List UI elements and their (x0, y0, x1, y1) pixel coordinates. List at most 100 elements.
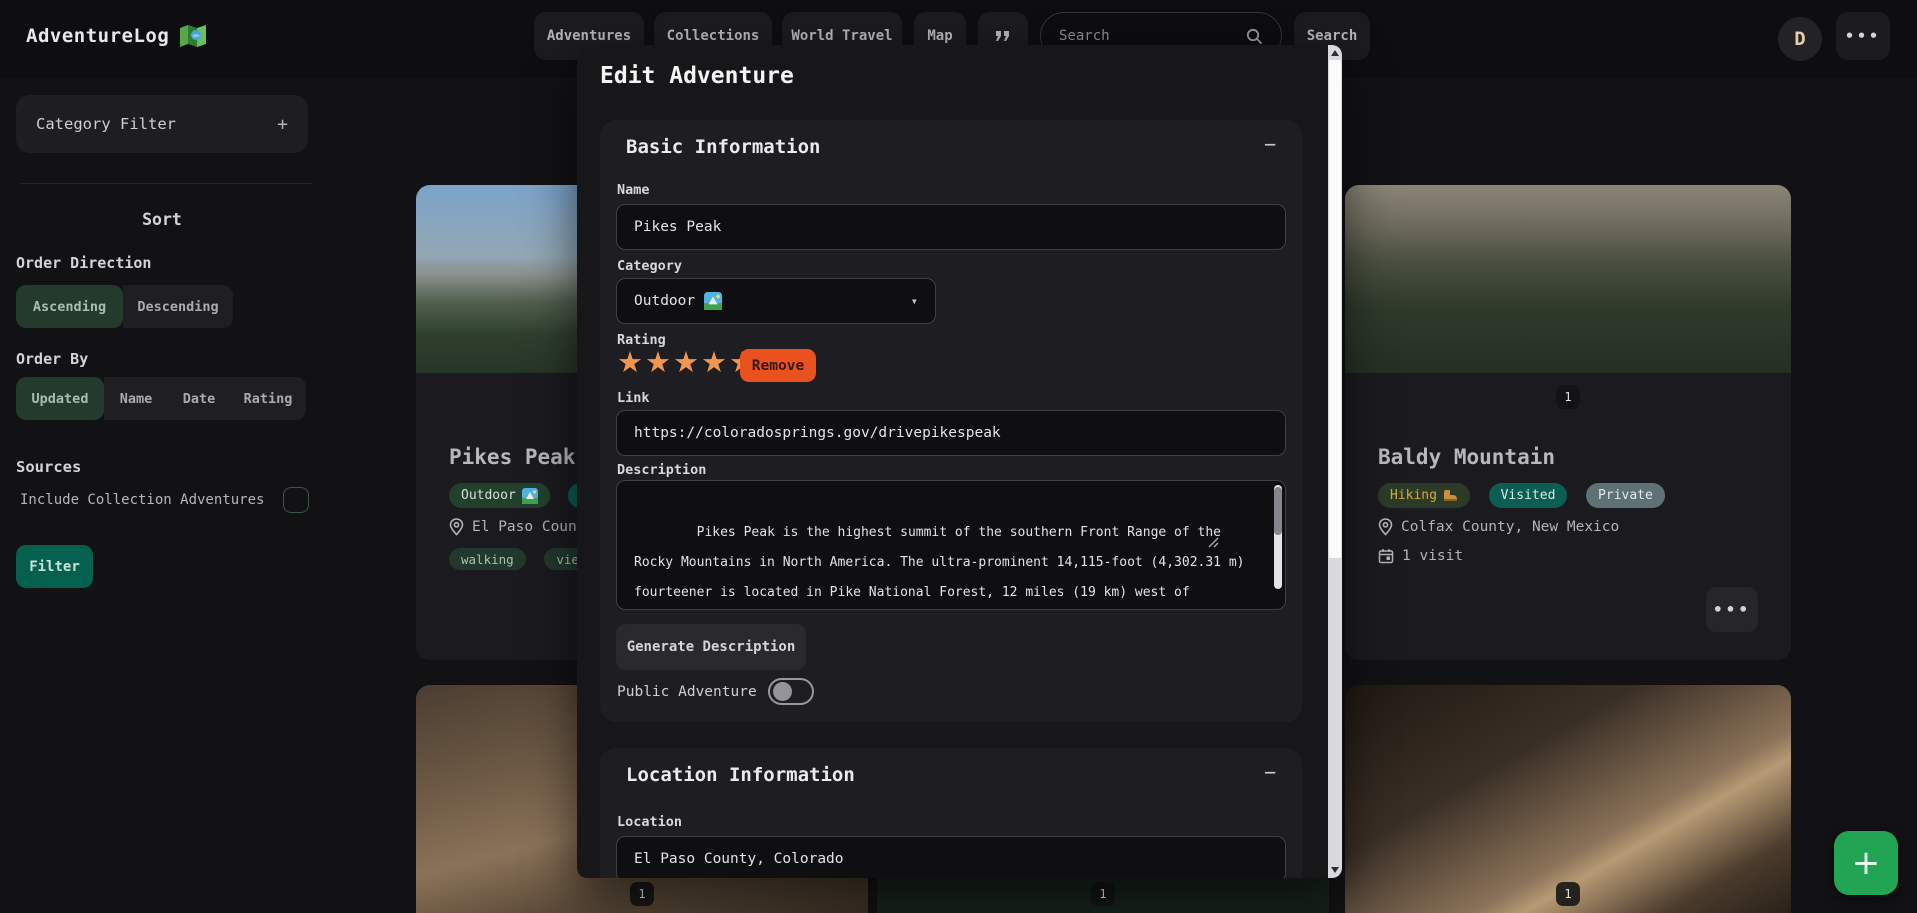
activity-badge: Hiking (1378, 483, 1470, 508)
map-logo-icon (179, 24, 207, 48)
remove-label: Remove (752, 358, 804, 374)
count-value: 1 (1099, 887, 1106, 901)
option-label: Descending (137, 299, 218, 315)
category-label: Category (617, 258, 682, 274)
visits-row: 1 visit (1378, 548, 1463, 564)
collapse-icon[interactable]: − (1264, 760, 1276, 784)
link-label: Link (617, 390, 650, 406)
card-more-button[interactable]: ••• (1706, 587, 1758, 632)
badge-row: Hiking Visited Private (1378, 483, 1674, 508)
quote-icon (995, 30, 1011, 42)
brand[interactable]: AdventureLog (26, 24, 207, 48)
badge-label: Visited (1501, 488, 1556, 503)
visits-text: 1 visit (1402, 548, 1463, 564)
location-information-section: Location Information − Location El Paso … (600, 748, 1302, 878)
sources-heading: Sources (16, 458, 81, 476)
option-label: Ascending (33, 299, 106, 315)
basic-information-section: Basic Information − Name Pikes Peak Cate… (600, 120, 1302, 722)
order-direction-descending[interactable]: Descending (123, 285, 233, 328)
sidebar-divider (20, 183, 312, 184)
tag-label: walking (461, 552, 514, 567)
generate-description-button[interactable]: Generate Description (616, 624, 806, 670)
order-by-date[interactable]: Date (168, 377, 230, 420)
order-by-name[interactable]: Name (104, 377, 168, 420)
location-value: El Paso County, Colorado (634, 851, 844, 867)
hiking-boot-icon (1443, 489, 1458, 502)
option-label: Updated (32, 391, 89, 407)
section-title: Basic Information (626, 136, 820, 158)
star-icon[interactable]: ★ (673, 345, 699, 379)
brand-label: AdventureLog (26, 25, 169, 47)
toggle-knob (773, 682, 792, 701)
description-label: Description (617, 462, 706, 478)
card-image (1345, 185, 1791, 373)
calendar-icon (1378, 548, 1394, 564)
collapse-icon[interactable]: − (1264, 132, 1276, 156)
star-icon[interactable]: ★ (617, 345, 643, 379)
option-label: Rating (244, 391, 293, 407)
navbar-more-button[interactable]: ••• (1836, 12, 1890, 60)
nav-item-label: Collections (667, 28, 760, 44)
card-title[interactable]: Pikes Peak (449, 445, 575, 469)
name-label: Name (617, 182, 650, 198)
star-rating[interactable]: ★★★★★ (617, 348, 757, 377)
avatar[interactable]: D (1778, 17, 1822, 61)
search-icon (1246, 28, 1263, 45)
chevron-down-icon: ▾ (911, 294, 918, 308)
tag-chip: walking (449, 548, 526, 570)
include-collection-checkbox[interactable] (283, 487, 309, 513)
option-label: Name (120, 391, 153, 407)
name-input[interactable]: Pikes Peak (616, 204, 1286, 250)
nav-item-label: Adventures (547, 28, 631, 44)
order-by-group: Updated Name Date Rating (16, 377, 306, 420)
map-pin-icon (1378, 518, 1393, 536)
filter-button-label: Filter (29, 559, 80, 575)
public-adventure-label: Public Adventure (617, 684, 757, 700)
order-direction-group: Ascending Descending (16, 285, 233, 328)
location-text: Colfax County, New Mexico (1401, 519, 1619, 535)
scroll-down-icon[interactable] (1331, 867, 1339, 873)
category-filter-box[interactable]: Category Filter + (16, 95, 308, 153)
resize-grip-icon[interactable] (1206, 480, 1284, 608)
scroll-up-icon[interactable] (1331, 50, 1339, 56)
image-count-badge: 1 (1556, 385, 1580, 409)
section-title: Location Information (626, 764, 855, 786)
filter-button[interactable]: Filter (16, 545, 93, 588)
public-adventure-toggle[interactable] (768, 678, 814, 705)
link-input[interactable]: https://coloradosprings.gov/drivepikespe… (616, 410, 1286, 456)
visited-badge: Visited (1489, 483, 1568, 508)
count-value: 1 (1564, 887, 1571, 901)
sort-heading: Sort (16, 210, 308, 229)
badge-label: Private (1598, 488, 1653, 503)
order-by-rating[interactable]: Rating (230, 377, 306, 420)
badge-label: Outdoor (461, 488, 516, 503)
count-value: 1 (1564, 390, 1571, 404)
plus-icon[interactable]: + (277, 114, 288, 135)
badge-label: Hiking (1390, 488, 1437, 503)
name-value: Pikes Peak (634, 219, 721, 235)
adventure-card-baldy-mountain[interactable]: 1 Baldy Mountain Hiking Visited Private … (1345, 185, 1791, 660)
category-value: Outdoor (634, 293, 695, 309)
star-icon[interactable]: ★ (645, 345, 671, 379)
order-direction-ascending[interactable]: Ascending (16, 285, 123, 328)
modal-scrollbar[interactable] (1328, 45, 1342, 878)
card-image (1345, 685, 1791, 913)
nav-item-label: Map (927, 28, 952, 44)
star-icon[interactable]: ★ (701, 345, 727, 379)
category-select[interactable]: Outdoor ▾ (616, 278, 936, 324)
add-adventure-fab[interactable]: + (1834, 831, 1898, 895)
plus-icon: + (1852, 843, 1881, 883)
location-input[interactable]: El Paso County, Colorado (616, 836, 1286, 878)
image-count-badge: 1 (1091, 882, 1115, 906)
category-filter-label: Category Filter (36, 115, 277, 133)
adventurelog-app: AdventureLog Adventures Collections Worl… (0, 0, 1917, 913)
order-by-updated[interactable]: Updated (16, 377, 104, 420)
card-title[interactable]: Baldy Mountain (1378, 445, 1555, 469)
include-collection-label: Include Collection Adventures (20, 492, 264, 508)
description-textarea[interactable]: Pikes Peak is the highest summit of the … (616, 480, 1286, 610)
modal-scrollbar-thumb[interactable] (1329, 60, 1341, 558)
remove-rating-button[interactable]: Remove (740, 349, 816, 382)
location-row: Colfax County, New Mexico (1378, 518, 1619, 536)
search-input[interactable] (1059, 28, 1246, 44)
adventure-card-bottom-right[interactable]: 1 (1345, 685, 1791, 913)
